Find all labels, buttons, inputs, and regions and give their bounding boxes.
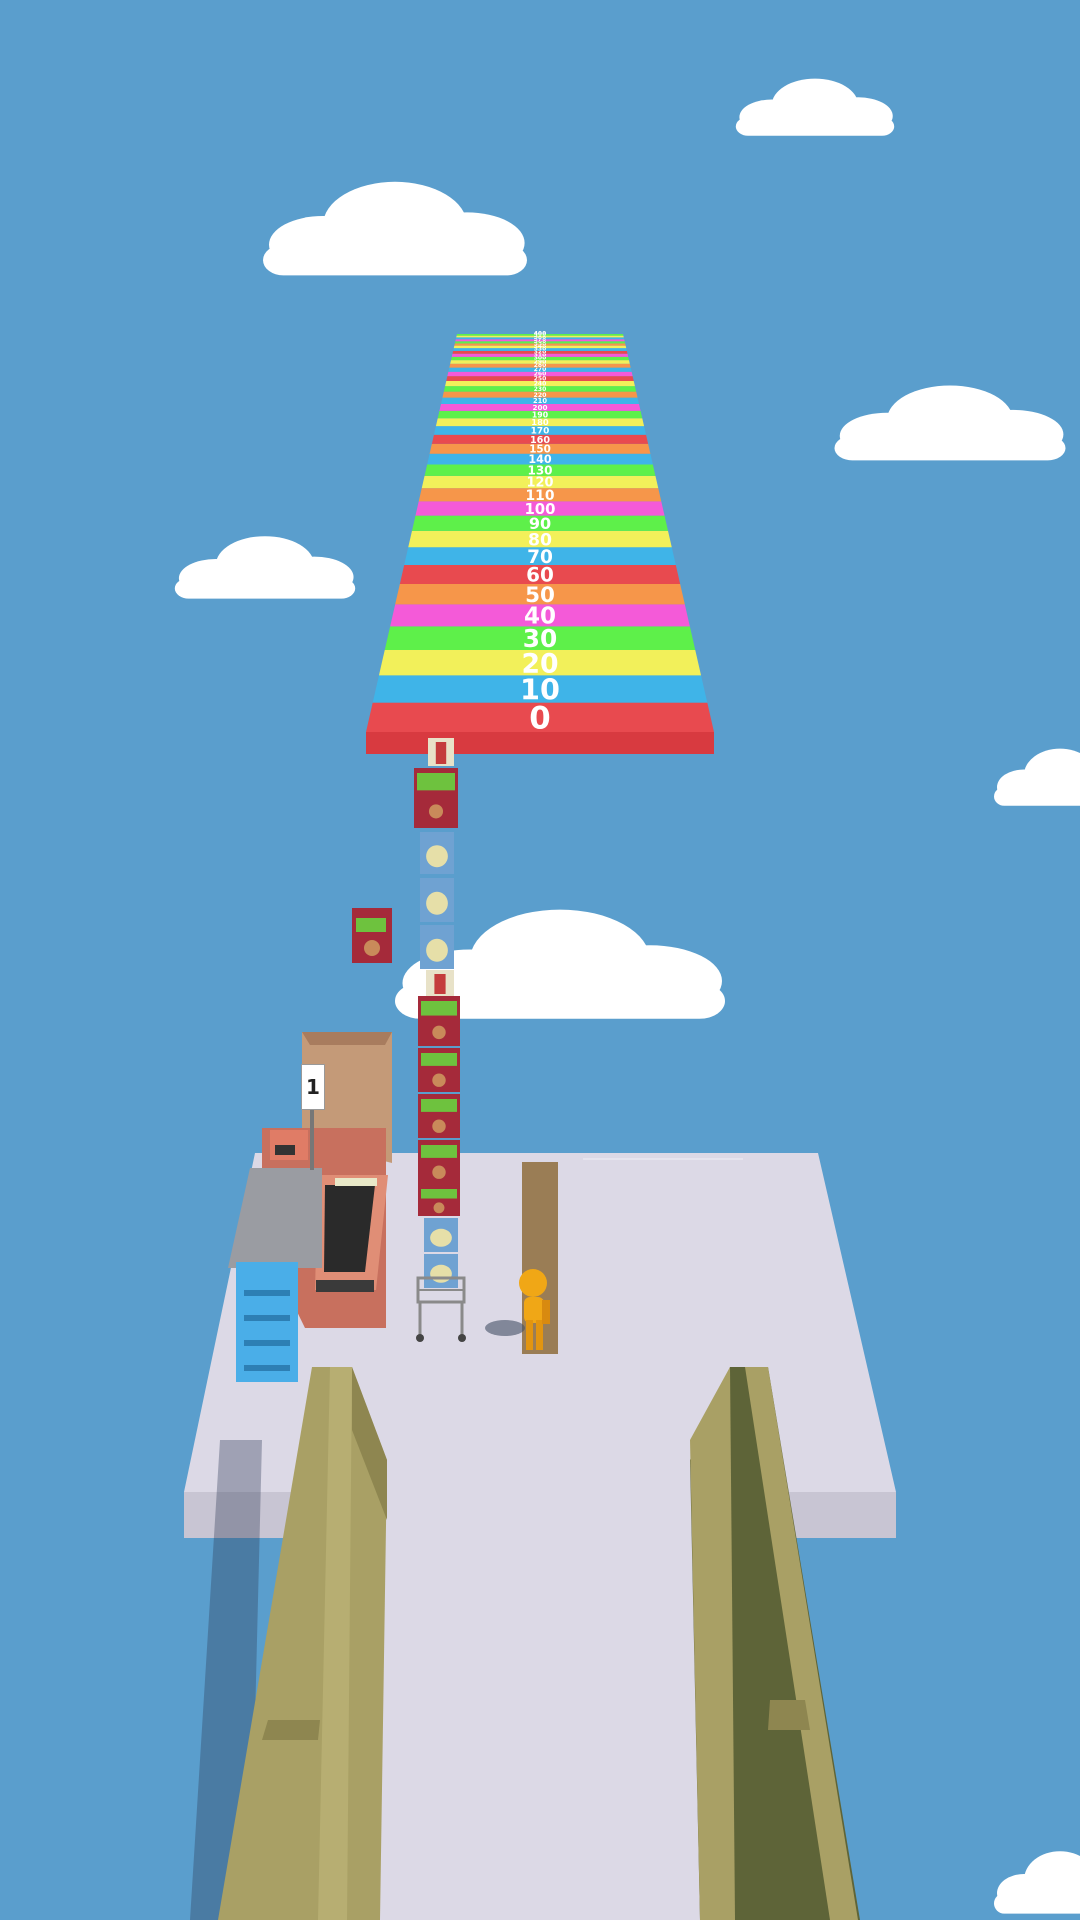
- chips-bag: [424, 1218, 458, 1252]
- chips-bag: [418, 1184, 460, 1216]
- cloud: [994, 1851, 1080, 1914]
- ramp-stripe-label: 80: [528, 530, 552, 550]
- ramp-stripe-label: 120: [527, 476, 554, 491]
- cloud: [174, 536, 356, 599]
- floating-chips-bag: [352, 908, 392, 963]
- cloud: [834, 385, 1066, 461]
- popcorn-bucket: [428, 738, 454, 766]
- cloud: [735, 78, 895, 136]
- score-ramp: 0102030405060708090100110120130140150160…: [366, 330, 714, 754]
- chips-bag: [418, 1140, 460, 1184]
- chips-bag: [420, 925, 454, 969]
- chips-bag: [418, 996, 460, 1046]
- game-scene: 0102030405060708090100110120130140150160…: [174, 78, 1080, 1920]
- ramp-stripe-label: 170: [531, 427, 550, 437]
- checkout-lane-number: 1: [301, 1064, 325, 1110]
- chips-bag: [420, 832, 454, 874]
- chips-bag: [420, 878, 454, 922]
- chips-bag: [418, 1094, 460, 1138]
- product-stack: [414, 738, 460, 1288]
- chips-bag: [424, 1254, 458, 1288]
- cloud: [263, 181, 527, 276]
- chips-bag: [418, 1048, 460, 1092]
- popcorn-bucket: [426, 970, 454, 996]
- chips-bag: [414, 768, 458, 828]
- ramp-stripe-label: 400: [534, 330, 547, 337]
- cloud: [994, 748, 1080, 806]
